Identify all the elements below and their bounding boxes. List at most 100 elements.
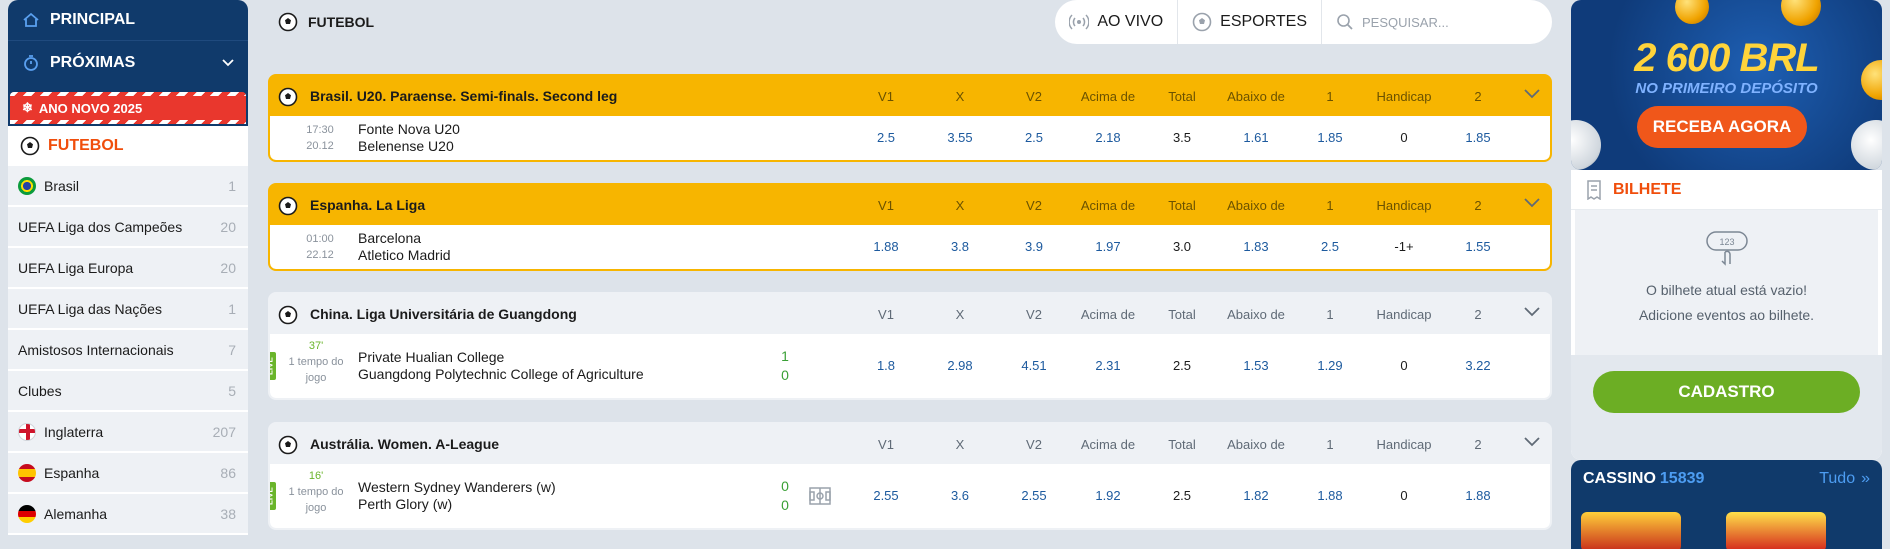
search-input[interactable]: PESQUISAR... <box>1322 0 1552 44</box>
odd-button[interactable]: 1.97 <box>1068 239 1148 254</box>
market-line-value: -1+ <box>1394 239 1414 254</box>
odd-button[interactable]: 1.83 <box>1216 239 1296 254</box>
odd-button[interactable]: 3.22 <box>1438 358 1518 373</box>
odd-button[interactable]: 1.8 <box>846 358 926 373</box>
match-score: 00 <box>775 477 795 515</box>
odd-button[interactable]: 1.53 <box>1216 358 1296 373</box>
odd-button[interactable]: 2.98 <box>920 358 1000 373</box>
odd-button[interactable]: 1.29 <box>1290 358 1370 373</box>
league-header[interactable]: Espanha. La Liga V1 X V2 Acima de Total Abaixo… <box>270 185 1550 225</box>
odd-button[interactable]: 1.82 <box>1216 488 1296 503</box>
chevron-down-icon[interactable] <box>1524 195 1540 211</box>
casino-count: 15839 <box>1659 470 1705 487</box>
promo-label: ANO NOVO 2025 <box>38 100 143 116</box>
sidebar-item-label: Clubes <box>18 382 62 399</box>
odd-button[interactable]: 1.85 <box>1438 130 1518 145</box>
nav-principal[interactable]: PRINCIPAL <box>8 0 248 40</box>
odd-button[interactable]: 3.55 <box>920 130 1000 145</box>
search-placeholder: PESQUISAR... <box>1362 14 1449 30</box>
odd-button[interactable]: 3.8 <box>920 239 1000 254</box>
sidebar-item[interactable]: Alemanha 38 <box>8 494 248 535</box>
odd-button[interactable]: 3.6 <box>920 488 1000 503</box>
chevron-down-icon[interactable] <box>1524 434 1540 450</box>
sports-button[interactable]: ESPORTES <box>1178 0 1322 44</box>
match-row[interactable]: LIVE 37' 1 tempo do jogo 1 0 Private Hualian … <box>270 334 1550 398</box>
match-time: 01:00 22.12 <box>290 231 350 263</box>
odd-button[interactable]: 1.61 <box>1216 130 1296 145</box>
claim-bonus-button[interactable]: RECEBA AGORA <box>1637 106 1807 148</box>
casino-game-thumbnail[interactable] <box>1581 512 1681 549</box>
register-button[interactable]: CADASTRO <box>1593 371 1860 413</box>
odd-button[interactable]: 2.5 <box>1290 239 1370 254</box>
column-header: 2 <box>1474 307 1482 322</box>
odd-button[interactable]: 1.55 <box>1438 239 1518 254</box>
market-line-value: 3.5 <box>1172 130 1192 145</box>
sidebar-item-label: UEFA Liga Europa <box>18 259 134 276</box>
sidebar-item[interactable]: UEFA Liga Europa 20 <box>8 248 248 289</box>
sidebar-item[interactable]: Amistosos Internacionais 7 <box>8 330 248 371</box>
soccer-ball-icon <box>278 435 298 458</box>
empty-message-line1: O bilhete atual está vazio! <box>1645 282 1808 298</box>
sidebar-item-label: Alemanha <box>44 505 108 522</box>
score-away: 0 <box>781 497 789 513</box>
live-button[interactable]: AO VIVO <box>1055 0 1179 44</box>
match-teams[interactable]: Fonte Nova U20 Belenense U20 <box>358 121 460 155</box>
sidebar-item-count: 20 <box>220 218 236 235</box>
sidebar-item[interactable]: Clubes 5 <box>8 371 248 412</box>
broadcast-icon <box>1069 14 1090 30</box>
odd-button[interactable]: 1.85 <box>1290 130 1370 145</box>
league-block: Brasil. U20. Paraense. Semi-finals. Seco… <box>268 74 1552 162</box>
casino-header: CASSINO 15839 Tudo » <box>1583 470 1870 488</box>
league-name: Brasil. U20. Paraense. Semi-finals. Seco… <box>310 88 618 104</box>
sidebar-item-label: Brasil <box>44 177 80 194</box>
casino-panel: CASSINO 15839 Tudo » <box>1571 460 1882 549</box>
match-time: 16' 1 tempo do jogo <box>286 468 346 516</box>
field-stats-icon[interactable] <box>809 487 831 510</box>
odd-button[interactable]: 1.88 <box>1438 488 1518 503</box>
odd-button[interactable]: 2.5 <box>994 130 1074 145</box>
sidebar-item-count: 207 <box>212 423 236 440</box>
league-header[interactable]: Brasil. U20. Paraense. Semi-finals. Seco… <box>270 76 1550 116</box>
sidebar-item-label: UEFA Liga dos Campeões <box>18 218 183 235</box>
odd-button[interactable]: 2.31 <box>1068 358 1148 373</box>
odd-button[interactable]: 2.55 <box>994 488 1074 503</box>
match-row[interactable]: LIVE 16' 1 tempo do jogo 0 0 Western Sydney W… <box>270 464 1550 528</box>
odd-button[interactable]: 2.55 <box>846 488 926 503</box>
spain-flag-icon <box>18 463 36 482</box>
league-header[interactable]: China. Liga Universitária de Guangdong V1… <box>270 294 1550 334</box>
odd-button[interactable]: 4.51 <box>994 358 1074 373</box>
casino-all-link[interactable]: Tudo » <box>1819 470 1870 488</box>
score-home: 0 <box>781 478 789 494</box>
chevron-down-icon[interactable] <box>1524 304 1540 320</box>
odd-button[interactable]: 1.88 <box>1290 488 1370 503</box>
match-teams[interactable]: Barcelona Atletico Madrid <box>358 230 451 264</box>
sidebar-item[interactable]: UEFA Liga dos Campeões 20 <box>8 207 248 248</box>
ball-decoration <box>1571 120 1601 170</box>
match-teams[interactable]: Private Hualian College Guangdong Polytec… <box>358 349 644 383</box>
odd-button[interactable]: 1.88 <box>846 239 926 254</box>
sidebar-item[interactable]: Espanha 86 <box>8 453 248 494</box>
match-teams[interactable]: Western Sydney Wanderers (w) Perth Glory … <box>358 479 556 513</box>
nav-proximas[interactable]: PRÓXIMAS <box>8 40 248 84</box>
sidebar-item[interactable]: Inglaterra 207 <box>8 412 248 453</box>
match-row[interactable]: 01:00 22.12 Barcelona Atletico Madrid 1.88 3.… <box>270 225 1550 269</box>
odd-button[interactable]: 2.5 <box>846 130 926 145</box>
bonus-banner[interactable]: 2 600 BRL NO PRIMEIRO DEPÓSITO RECEBA AG… <box>1571 0 1882 170</box>
odd-button[interactable]: 1.92 <box>1068 488 1148 503</box>
live-badge: LIVE <box>270 482 276 510</box>
sport-header-football[interactable]: FUTEBOL <box>8 126 248 166</box>
sidebar-list: Brasil 1 UEFA Liga dos Campeões 20 UEFA Liga… <box>8 166 248 535</box>
promo-new-year[interactable]: ❄ ANO NOVO 2025 <box>10 92 246 124</box>
chevron-down-icon <box>222 56 234 70</box>
sidebar-item-count: 5 <box>228 382 236 399</box>
sidebar-item[interactable]: UEFA Liga das Nações 1 <box>8 289 248 330</box>
match-row[interactable]: 17:30 20.12 Fonte Nova U20 Belenense U20 2.5… <box>270 116 1550 160</box>
odd-button[interactable]: 3.9 <box>994 239 1074 254</box>
league-block: Austrália. Women. A-League V1 X V2 Acima de T… <box>268 422 1552 530</box>
casino-title: CASSINO <box>1583 470 1656 487</box>
casino-game-thumbnail[interactable] <box>1726 512 1826 549</box>
sidebar-item[interactable]: Brasil 1 <box>8 166 248 207</box>
odd-button[interactable]: 2.18 <box>1068 130 1148 145</box>
league-header[interactable]: Austrália. Women. A-League V1 X V2 Acima de T… <box>270 424 1550 464</box>
chevron-down-icon[interactable] <box>1524 86 1540 102</box>
